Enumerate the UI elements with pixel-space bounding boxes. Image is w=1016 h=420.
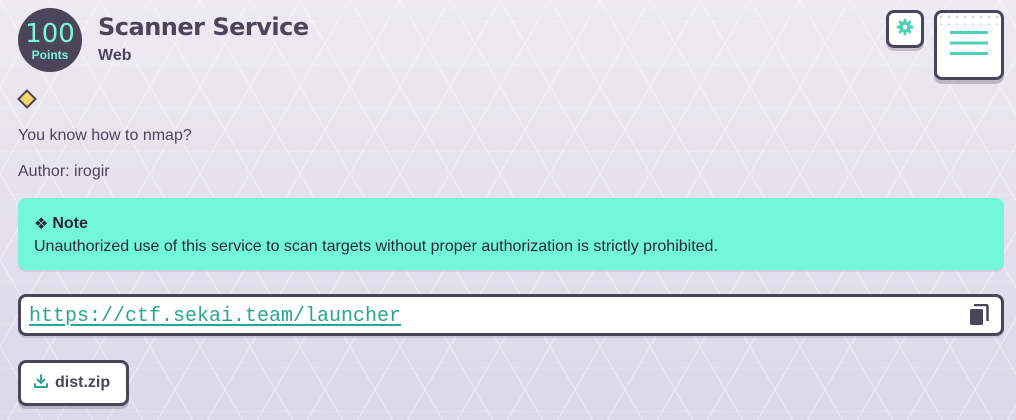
points-value: 100 bbox=[25, 19, 75, 49]
difficulty-diamond-icon bbox=[17, 89, 37, 109]
note-text: Unauthorized use of this service to scan… bbox=[34, 238, 718, 255]
hamburger-menu-icon bbox=[950, 29, 988, 62]
note-header: ❖ Note bbox=[34, 214, 988, 234]
note-callout: ❖ Note Unauthorized use of this service … bbox=[18, 198, 1004, 270]
points-badge: 100 Points bbox=[18, 8, 82, 72]
note-diamond-icon: ❖ bbox=[34, 216, 49, 233]
points-label: Points bbox=[31, 48, 69, 62]
attachment-filename: dist.zip bbox=[55, 374, 111, 391]
challenge-description: You know how to nmap? bbox=[18, 127, 192, 144]
copy-icon[interactable] bbox=[969, 303, 989, 326]
settings-button[interactable] bbox=[886, 10, 924, 48]
menu-button-face bbox=[937, 13, 1001, 77]
launcher-url-link[interactable]: https://ctf.sekai.team/launcher bbox=[29, 305, 401, 328]
menu-button[interactable] bbox=[934, 10, 1004, 80]
launcher-url-box: https://ctf.sekai.team/launcher bbox=[18, 294, 1004, 336]
challenge-category: Web bbox=[98, 47, 132, 64]
challenge-title: Scanner Service bbox=[98, 13, 309, 41]
note-title: Note bbox=[52, 215, 88, 232]
download-attachment-button[interactable]: dist.zip bbox=[18, 360, 129, 406]
download-icon bbox=[33, 373, 49, 394]
gear-icon bbox=[896, 18, 914, 41]
challenge-author: Author: irogir bbox=[18, 163, 110, 180]
